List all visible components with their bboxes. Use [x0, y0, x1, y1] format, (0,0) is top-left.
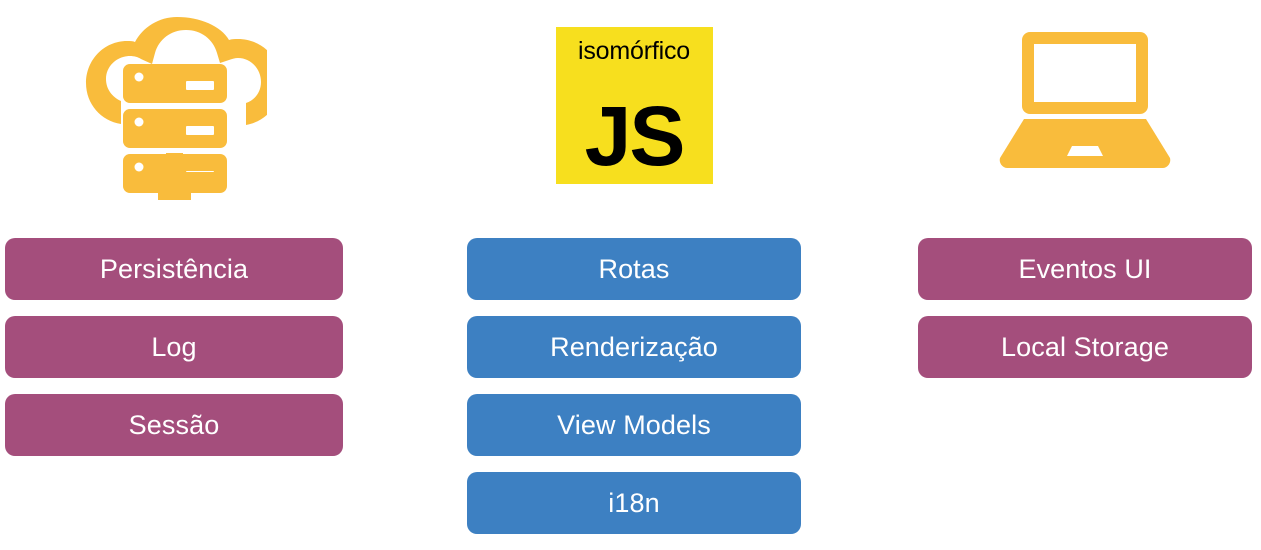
client-column: Eventos UI Local Storage	[918, 0, 1252, 548]
javascript-logo: isomórfico JS	[555, 26, 713, 184]
pill-label: Sessão	[128, 409, 220, 440]
shared-column: isomórfico JS Rotas Renderização View Mo…	[467, 0, 801, 548]
pill-eventos-ui[interactable]: Eventos UI	[918, 238, 1252, 300]
javascript-logo-slot: isomórfico JS	[467, 0, 801, 210]
pill-label: Local Storage	[1001, 331, 1169, 362]
pill-label: View Models	[557, 409, 711, 440]
pill-sessao[interactable]: Sessão	[5, 394, 343, 456]
pill-renderizacao[interactable]: Renderização	[467, 316, 801, 378]
laptop-icon	[999, 32, 1171, 168]
isomorphic-js-architecture-diagram: Persistência Log Sessão isomórfico JS Ro…	[0, 0, 1261, 548]
pill-log[interactable]: Log	[5, 316, 343, 378]
pill-view-models[interactable]: View Models	[467, 394, 801, 456]
pill-label: Log	[151, 331, 197, 362]
server-network-stem-icon	[124, 153, 225, 200]
pill-label: i18n	[608, 487, 660, 518]
javascript-logo-word: isomórfico	[578, 36, 690, 65]
client-pill-stack: Eventos UI Local Storage	[918, 238, 1252, 394]
pill-label: Renderização	[550, 331, 718, 362]
pill-label: Rotas	[598, 253, 670, 284]
server-column: Persistência Log Sessão	[5, 0, 343, 548]
pill-local-storage[interactable]: Local Storage	[918, 316, 1252, 378]
pill-label: Eventos UI	[1018, 253, 1152, 284]
pill-rotas[interactable]: Rotas	[467, 238, 801, 300]
javascript-logo-mark: JS	[584, 88, 686, 183]
pill-persistencia[interactable]: Persistência	[5, 238, 343, 300]
shared-pill-stack: Rotas Renderização View Models i18n	[467, 238, 801, 550]
pill-label: Persistência	[99, 253, 249, 284]
pill-i18n[interactable]: i18n	[467, 472, 801, 534]
client-icon-slot	[918, 0, 1252, 210]
server-pill-stack: Persistência Log Sessão	[5, 238, 343, 472]
